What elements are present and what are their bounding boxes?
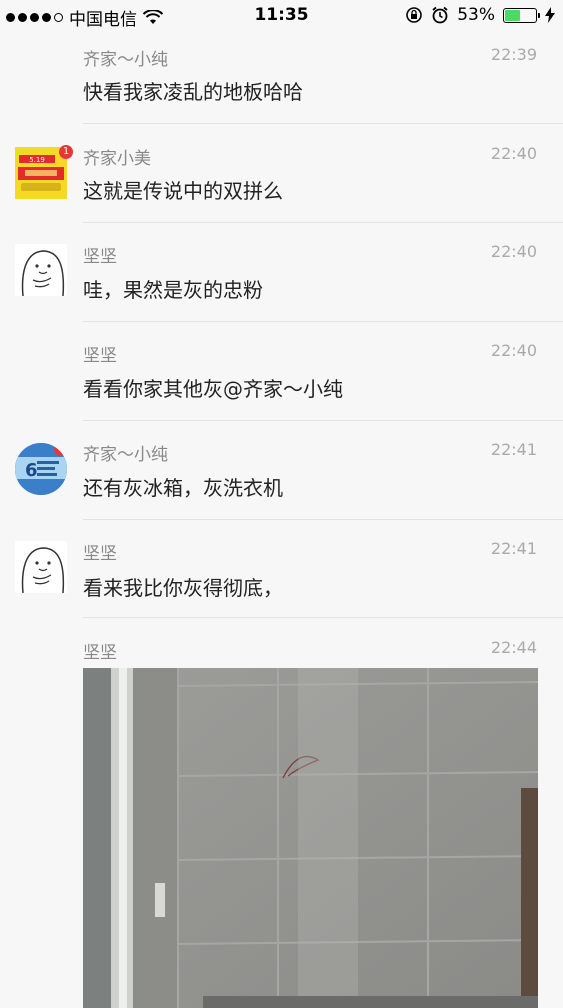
avatar[interactable] bbox=[15, 244, 67, 297]
message-time: 22:41 bbox=[490, 440, 537, 459]
message-time: 22:40 bbox=[490, 144, 537, 163]
sender-name: 坚坚 bbox=[83, 544, 117, 564]
sender-name: 坚坚 bbox=[83, 247, 117, 267]
message-time: 22:40 bbox=[490, 341, 537, 360]
svg-text:6: 6 bbox=[25, 460, 38, 481]
battery-icon bbox=[503, 7, 540, 23]
message-text: 还有灰冰箱，灰洗衣机 bbox=[83, 476, 283, 500]
status-right: 53% bbox=[405, 5, 555, 25]
cartoon-avatar-icon bbox=[15, 541, 67, 594]
message-text: 看看你家其他灰@齐家～小纯 bbox=[83, 377, 343, 401]
bathroom-photo-image bbox=[83, 668, 538, 1008]
cartoon-avatar-icon bbox=[15, 244, 67, 297]
divider bbox=[83, 519, 563, 520]
message-text: 这就是传说中的双拼么 bbox=[83, 179, 283, 203]
status-bar: 中国电信 11:35 53% bbox=[0, 0, 563, 32]
sender-name: 齐家小美 bbox=[83, 149, 151, 169]
message-time: 22:44 bbox=[490, 638, 537, 657]
sender-name: 齐家～小纯 bbox=[83, 50, 168, 70]
battery-fill bbox=[505, 9, 520, 21]
message-text: 看来我比你灰得彻底， bbox=[83, 576, 283, 600]
battery-percent: 53% bbox=[457, 5, 495, 25]
alarm-icon bbox=[432, 6, 448, 24]
avatar[interactable]: 5.19 1 bbox=[15, 145, 73, 199]
promo-top-text: 5.19 bbox=[29, 156, 45, 164]
message-text: 快看我家凌乱的地板哈哈 bbox=[83, 80, 303, 104]
unread-badge: 1 bbox=[54, 443, 67, 456]
message-time: 22:39 bbox=[490, 45, 537, 64]
divider bbox=[83, 321, 563, 322]
avatar[interactable]: 6 1 bbox=[15, 443, 67, 495]
avatar[interactable] bbox=[15, 541, 67, 594]
unread-badge: 1 bbox=[59, 145, 73, 159]
sender-name: 坚坚 bbox=[83, 643, 117, 663]
message-text: 哇，果然是灰的忠粉 bbox=[83, 278, 263, 302]
charging-icon bbox=[545, 7, 555, 23]
divider bbox=[83, 617, 563, 618]
sender-name: 齐家～小纯 bbox=[83, 445, 168, 465]
divider bbox=[83, 420, 563, 421]
message-time: 22:41 bbox=[490, 539, 537, 558]
rotation-lock-icon bbox=[406, 7, 423, 23]
sender-name: 坚坚 bbox=[83, 346, 117, 366]
divider bbox=[83, 123, 563, 124]
message-photo[interactable] bbox=[83, 668, 538, 1008]
message-time: 22:40 bbox=[490, 242, 537, 261]
divider bbox=[83, 222, 563, 223]
